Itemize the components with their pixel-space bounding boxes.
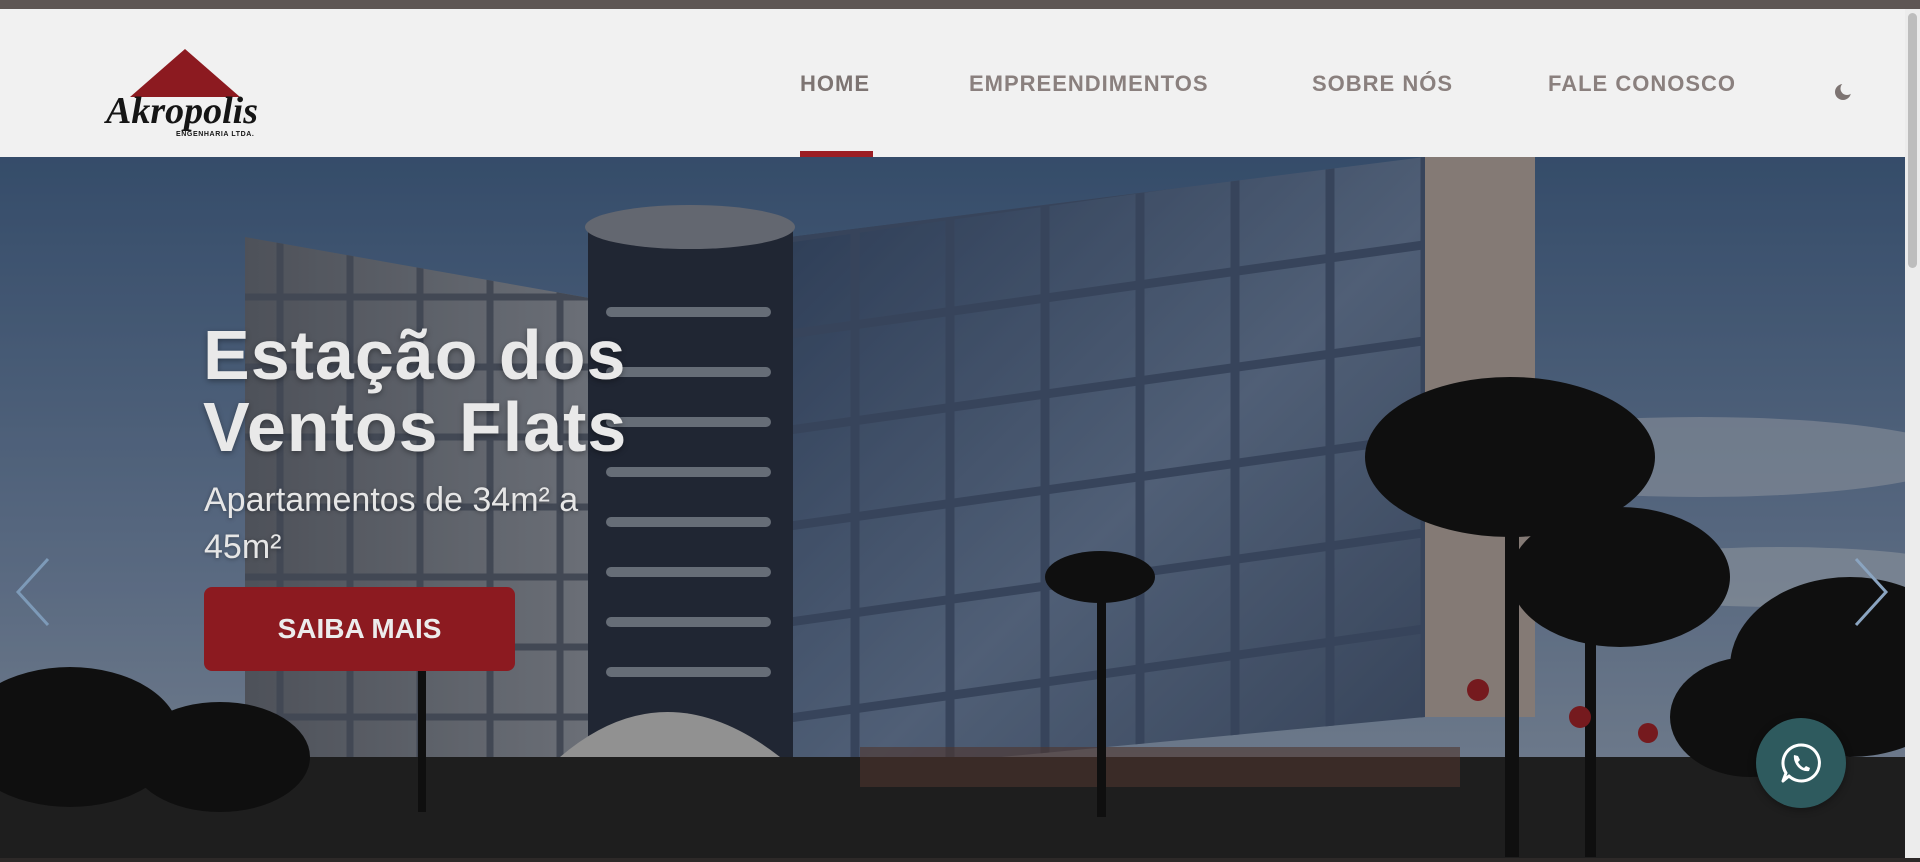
hero-subtitle: Apartamentos de 34m² a 45m²	[204, 481, 579, 566]
moon-icon[interactable]	[1832, 81, 1854, 103]
browser-top-edge	[0, 0, 1920, 9]
svg-text:Akropolis: Akropolis	[104, 90, 258, 132]
nav-home[interactable]: HOME	[800, 71, 870, 97]
hero-title-line-1: Estação dos	[203, 316, 627, 394]
nav-sobre-nos[interactable]: SOBRE NÓS	[1312, 71, 1453, 97]
nav-empreendimentos[interactable]: EMPREENDIMENTOS	[969, 71, 1209, 97]
page-scrollbar[interactable]	[1905, 9, 1920, 858]
chevron-right-icon[interactable]	[1850, 555, 1890, 629]
scrollbar-thumb[interactable]	[1908, 13, 1917, 268]
site-header: Akropolis ENGENHARIA LTDA. HOME EMPREEND…	[0, 9, 1905, 157]
saiba-mais-button[interactable]: SAIBA MAIS	[204, 587, 515, 671]
svg-text:ENGENHARIA LTDA.: ENGENHARIA LTDA.	[176, 131, 254, 138]
nav-fale-conosco[interactable]: FALE CONOSCO	[1548, 71, 1736, 97]
hero-title-line-2: Ventos Flats	[203, 388, 628, 466]
hero-title: Estação dos Ventos Flats	[203, 319, 723, 463]
chevron-left-icon[interactable]	[14, 555, 54, 629]
whatsapp-icon[interactable]	[1756, 718, 1846, 808]
browser-bottom-edge	[0, 858, 1920, 862]
hero-slider: Estação dos Ventos Flats Apartamentos de…	[0, 157, 1905, 858]
brand-logo[interactable]: Akropolis ENGENHARIA LTDA.	[100, 39, 270, 139]
page: Akropolis ENGENHARIA LTDA. HOME EMPREEND…	[0, 9, 1905, 858]
